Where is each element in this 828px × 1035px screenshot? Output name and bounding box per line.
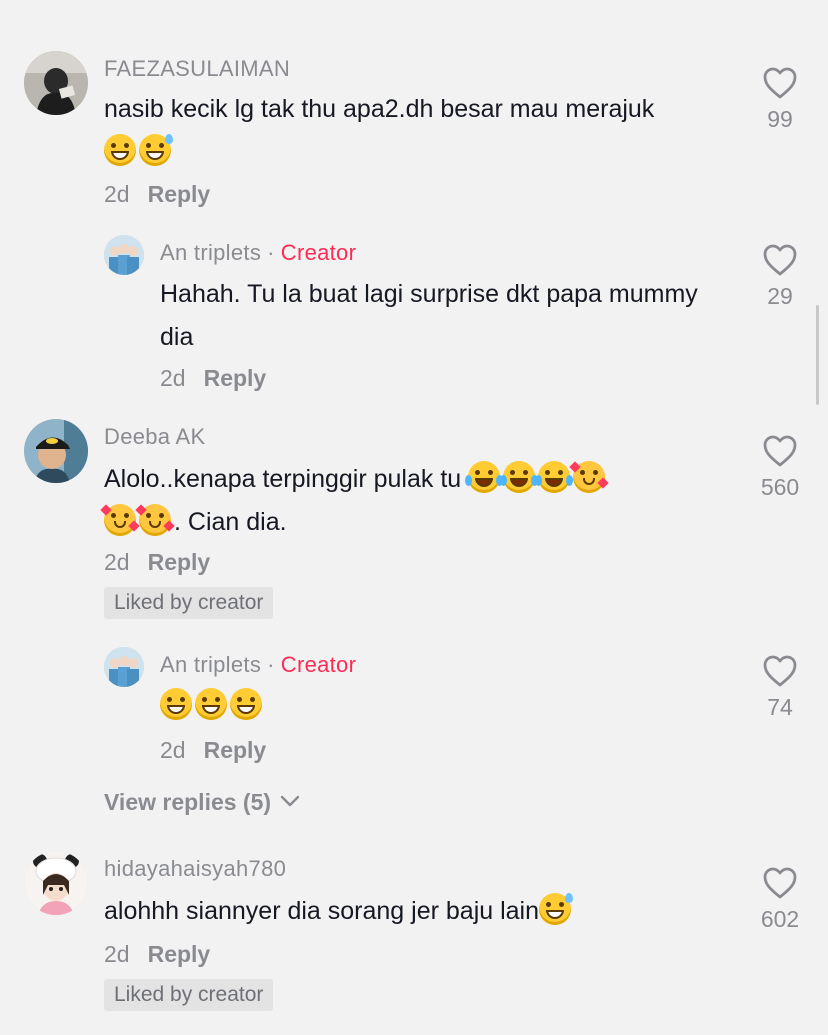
tears-of-joy-emoji-icon	[465, 461, 504, 493]
comment-age: 2d	[160, 737, 186, 763]
reply-button[interactable]: Reply	[204, 737, 267, 763]
creator-badge: Creator	[280, 652, 357, 677]
comment-age: 2d	[104, 549, 130, 575]
grin-emoji-icon	[230, 688, 262, 720]
triplets-avatar-icon[interactable]	[104, 235, 144, 275]
comment-text-body: nasib kecik lg tak thu apa2.dh besar mau…	[104, 95, 655, 123]
comment-age: 2d	[104, 941, 130, 967]
reply-button[interactable]: Reply	[148, 181, 211, 207]
smiling-hearts-emoji-icon	[135, 504, 175, 536]
grin-sweat-emoji-icon	[139, 134, 173, 166]
smiling-hearts-emoji-icon	[100, 504, 140, 536]
reply-button[interactable]: Reply	[148, 549, 211, 575]
comment-meta: 2d Reply	[160, 365, 266, 392]
comment-meta: 2d Reply	[104, 181, 210, 208]
like-button[interactable]: 560	[735, 434, 825, 501]
view-replies-button[interactable]: View replies (5)	[104, 789, 301, 816]
comment-meta: 2d Reply	[104, 941, 210, 968]
comment-meta: 2d Reply	[160, 737, 266, 764]
like-button[interactable]: 99	[735, 66, 825, 133]
grin-emoji-icon	[195, 688, 227, 720]
comment-text: nasib kecik lg tak thu apa2.dh besar mau…	[104, 88, 664, 174]
comment-text-body: alohhh siannyer dia sorang jer baju lain	[104, 897, 540, 925]
like-button[interactable]: 29	[735, 243, 825, 310]
tears-of-joy-emoji-icon	[535, 461, 574, 493]
panda-girl-avatar-icon[interactable]	[24, 851, 88, 915]
avatar-photo-icon[interactable]	[24, 51, 88, 115]
comment-text-line2: . Cian dia.	[174, 508, 287, 536]
separator-dot: ·	[267, 652, 275, 677]
comment-text: alohhh siannyer dia sorang jer baju lain	[104, 890, 724, 933]
reply-username[interactable]: An triplets	[160, 652, 261, 677]
heart-outline-icon	[763, 244, 797, 276]
comment-text: Hahah. Tu la buat lagi surprise dkt papa…	[160, 280, 698, 351]
comment-text-line1: Alolo..kenapa terpinggir pulak tu	[104, 465, 462, 493]
comment-username: An triplets · Creator	[160, 652, 356, 678]
comment-age: 2d	[104, 181, 130, 207]
batman-cap-avatar-icon[interactable]	[24, 419, 88, 483]
triplets-avatar-icon[interactable]	[104, 647, 144, 687]
like-button[interactable]: 74	[735, 654, 825, 721]
comment-username[interactable]: hidayahaisyah780	[104, 856, 286, 882]
like-count: 29	[767, 283, 793, 309]
comment-age: 2d	[160, 365, 186, 391]
heart-outline-icon	[763, 655, 797, 687]
heart-outline-icon	[763, 67, 797, 99]
chevron-down-icon	[281, 795, 300, 807]
comment-username[interactable]: FAEZASULAIMAN	[104, 56, 290, 82]
view-replies-label: View replies (5)	[104, 789, 272, 815]
like-count: 602	[760, 906, 800, 932]
comment-meta: 2d Reply	[104, 549, 210, 576]
creator-badge: Creator	[280, 240, 357, 265]
separator-dot: ·	[267, 240, 275, 265]
reply-username[interactable]: An triplets	[160, 240, 261, 265]
like-count: 99	[767, 106, 793, 132]
comment-text: Alolo..kenapa terpinggir pulak tu . Cian…	[100, 458, 724, 544]
grin-sweat-emoji-icon	[539, 893, 574, 925]
liked-by-creator-badge: Liked by creator	[104, 587, 274, 619]
heart-outline-icon	[763, 435, 797, 467]
heart-outline-icon	[763, 867, 797, 899]
grin-emoji-icon	[160, 688, 192, 720]
comment-username: An triplets · Creator	[160, 240, 356, 266]
reply-button[interactable]: Reply	[148, 941, 211, 967]
like-button[interactable]: 602	[735, 866, 825, 933]
like-count: 74	[767, 694, 793, 720]
comment-username[interactable]: Deeba AK	[104, 424, 205, 450]
like-count: 560	[760, 474, 800, 500]
reply-button[interactable]: Reply	[204, 365, 267, 391]
comment-text	[160, 685, 760, 728]
scrollbar[interactable]	[816, 305, 819, 405]
liked-by-creator-badge: Liked by creator	[104, 979, 274, 1011]
smiling-hearts-emoji-icon	[569, 461, 609, 493]
grin-emoji-icon	[104, 134, 136, 166]
tears-of-joy-emoji-icon	[500, 461, 539, 493]
